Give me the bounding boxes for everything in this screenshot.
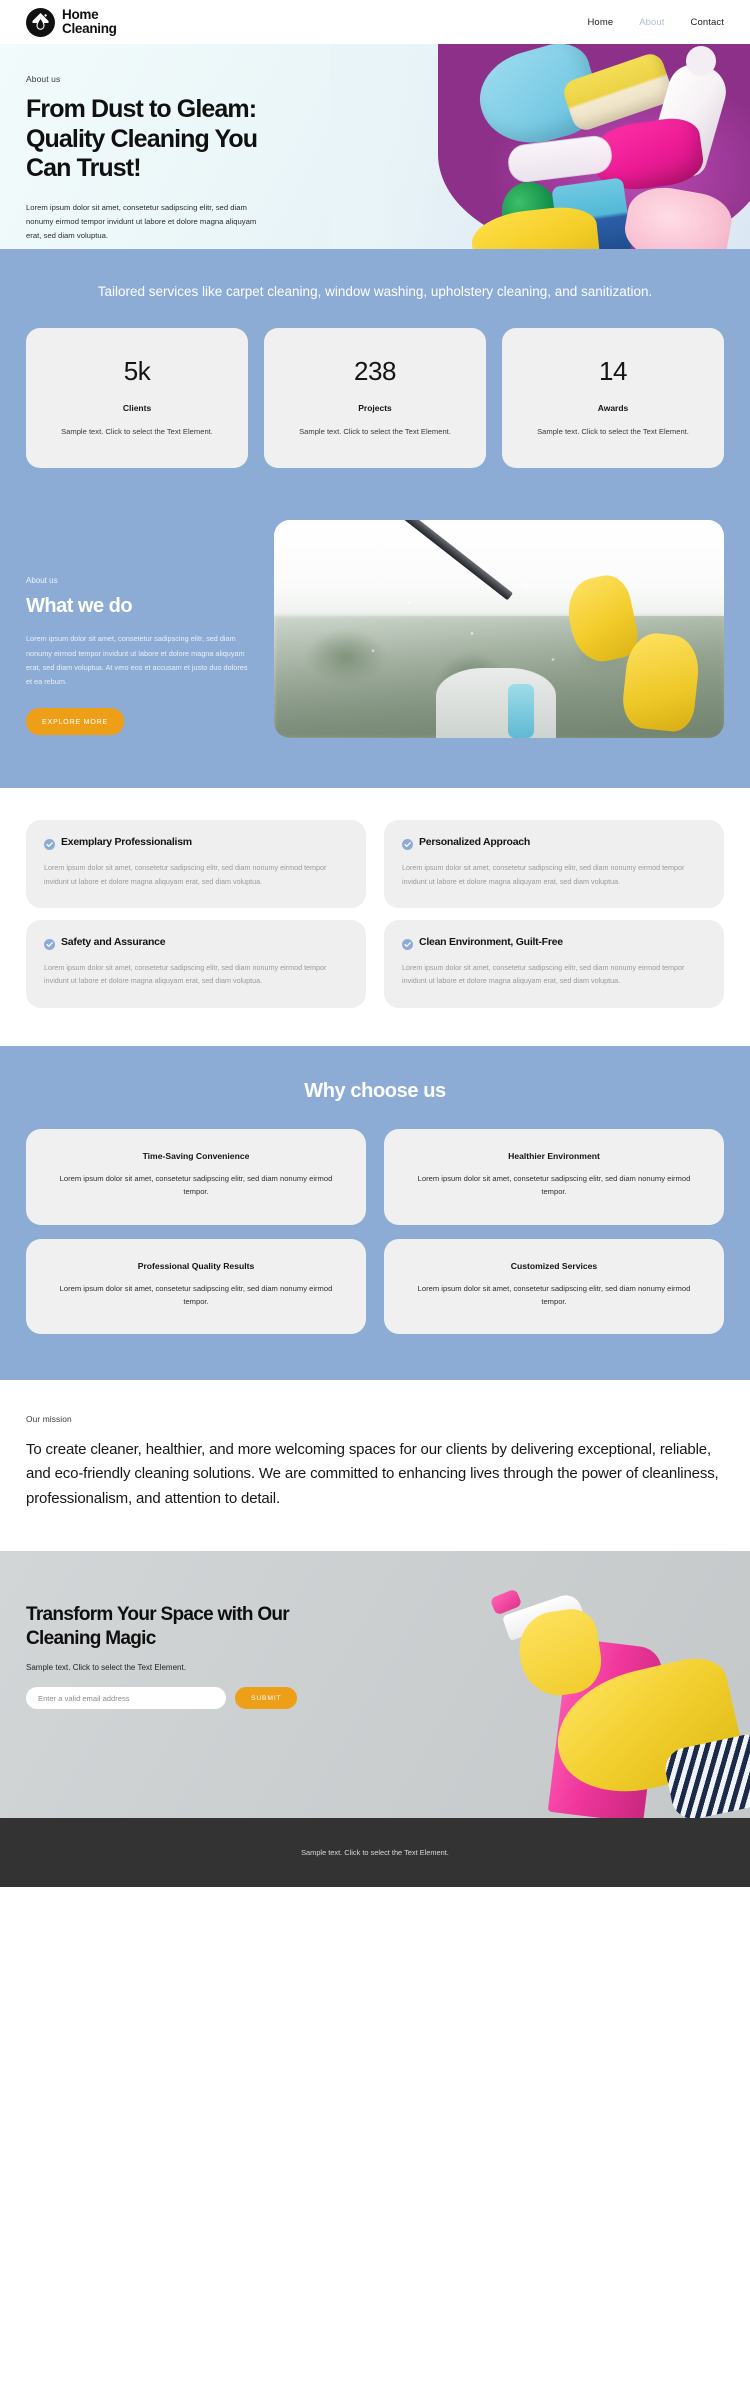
stat-value: 238: [354, 355, 396, 386]
logo-line-2: Cleaning: [62, 21, 117, 36]
feature-body: Lorem ipsum dolor sit amet, consetetur s…: [44, 862, 327, 886]
why-card-title: Healthier Environment: [508, 1151, 600, 1161]
stat-label: Clients: [122, 402, 152, 413]
email-input[interactable]: [26, 1687, 226, 1710]
hero-section: About us From Dust to Gleam: Quality Cle…: [0, 44, 750, 249]
what-we-do-eyebrow: About us: [26, 576, 58, 586]
stat-card[interactable]: 14 Awards Sample text. Click to select t…: [502, 327, 724, 469]
feature-header: Clean Environment, Guilt-Free: [402, 936, 706, 951]
feature-header: Personalized Approach: [402, 836, 706, 851]
site-footer: Sample text. Click to select the Text El…: [0, 1818, 750, 1888]
hero-paragraph: Lorem ipsum dolor sit amet, consetetur s…: [26, 202, 257, 241]
stat-value: 5k: [123, 355, 151, 386]
why-heading: Why choose us: [304, 1080, 446, 1102]
what-we-do-paragraph: Lorem ipsum dolor sit amet, consetetur s…: [26, 634, 248, 687]
feature-card[interactable]: Clean Environment, Guilt-Free Lorem ipsu…: [384, 920, 724, 1008]
explore-more-button[interactable]: EXPLORE MORE: [26, 708, 124, 736]
feature-body: Lorem ipsum dolor sit amet, consetetur s…: [402, 962, 685, 986]
nav-item-about[interactable]: About: [639, 17, 664, 28]
nav-item-home[interactable]: Home: [587, 17, 613, 28]
why-card-body: Lorem ipsum dolor sit amet, consetetur s…: [59, 1174, 333, 1197]
stat-card[interactable]: 5k Clients Sample text. Click to select …: [26, 327, 248, 469]
stat-label: Awards: [597, 402, 629, 413]
feature-header: Exemplary Professionalism: [44, 836, 348, 851]
feature-body: Lorem ipsum dolor sit amet, consetetur s…: [44, 962, 327, 986]
cta-subtext: Sample text. Click to select the Text El…: [26, 1663, 186, 1673]
why-card-title: Professional Quality Results: [137, 1260, 255, 1271]
hero-image: [330, 44, 750, 249]
why-cards-grid: Time-Saving Convenience Lorem ipsum dolo…: [26, 1129, 724, 1335]
logo-text: Home Cleaning: [62, 8, 117, 36]
check-circle-icon: [44, 837, 55, 851]
newsletter-form: SUBMIT: [26, 1687, 330, 1710]
check-circle-icon: [402, 937, 413, 951]
why-card[interactable]: Time-Saving Convenience Lorem ipsum dolo…: [26, 1129, 366, 1225]
image-fade-overlay: [330, 44, 750, 249]
logo-line-1: Home: [62, 7, 99, 23]
stat-description: Sample text. Click to select the Text El…: [61, 426, 213, 436]
stat-description: Sample text. Click to select the Text El…: [537, 426, 689, 436]
feature-title: Clean Environment, Guilt-Free: [419, 936, 563, 949]
what-we-do-heading: What we do: [26, 595, 133, 618]
hero-content: About us From Dust to Gleam: Quality Cle…: [0, 44, 300, 243]
check-circle-icon: [402, 837, 413, 851]
cta-content: Transform Your Space with Our Cleaning M…: [0, 1551, 330, 1710]
hero-eyebrow: About us: [26, 74, 61, 84]
site-header: Home Cleaning Home About Contact: [0, 0, 750, 44]
cta-heading: Transform Your Space with Our Cleaning M…: [26, 1604, 290, 1649]
why-card[interactable]: Professional Quality Results Lorem ipsum…: [26, 1238, 366, 1335]
what-we-do-section: About us What we do Lorem ipsum dolor si…: [0, 508, 750, 788]
water-drop-house-icon: [26, 7, 55, 37]
why-card-body: Lorem ipsum dolor sit amet, consetetur s…: [59, 1283, 333, 1306]
feature-card[interactable]: Exemplary Professionalism Lorem ipsum do…: [26, 820, 366, 909]
stat-card[interactable]: 238 Projects Sample text. Click to selec…: [264, 327, 486, 469]
page-root: Home Cleaning Home About Contact About u…: [0, 0, 750, 1888]
submit-button[interactable]: SUBMIT: [235, 1687, 298, 1710]
cta-section: Transform Your Space with Our Cleaning M…: [0, 1551, 750, 1819]
hero-heading: From Dust to Gleam: Quality Cleaning You…: [26, 95, 258, 182]
water-droplets-shape: [274, 520, 724, 739]
what-we-do-image: [274, 520, 724, 739]
logo[interactable]: Home Cleaning: [26, 7, 117, 37]
features-section: Exemplary Professionalism Lorem ipsum do…: [0, 788, 750, 1046]
check-circle-icon: [44, 937, 55, 951]
feature-header: Safety and Assurance: [44, 936, 348, 951]
why-card-body: Lorem ipsum dolor sit amet, consetetur s…: [417, 1174, 691, 1197]
feature-title: Exemplary Professionalism: [61, 836, 192, 849]
feature-card[interactable]: Safety and Assurance Lorem ipsum dolor s…: [26, 920, 366, 1008]
feature-title: Personalized Approach: [419, 836, 531, 849]
mission-eyebrow: Our mission: [26, 1414, 72, 1425]
mission-text: To create cleaner, healthier, and more w…: [26, 1441, 719, 1507]
footer-text: Sample text. Click to select the Text El…: [301, 1848, 449, 1858]
tagline-stats-section: Tailored services like carpet cleaning, …: [0, 249, 750, 789]
feature-card[interactable]: Personalized Approach Lorem ipsum dolor …: [384, 820, 724, 909]
feature-body: Lorem ipsum dolor sit amet, consetetur s…: [402, 862, 685, 886]
why-card-title: Customized Services: [510, 1260, 598, 1271]
nav-item-contact[interactable]: Contact: [691, 17, 724, 28]
main-nav: Home About Contact: [587, 17, 724, 28]
stat-value: 14: [599, 355, 627, 386]
stat-label: Projects: [358, 402, 392, 413]
what-we-do-content: About us What we do Lorem ipsum dolor si…: [26, 520, 248, 736]
why-card[interactable]: Healthier Environment Lorem ipsum dolor …: [384, 1129, 724, 1225]
why-choose-us-section: Why choose us Time-Saving Convenience Lo…: [0, 1046, 750, 1381]
why-card[interactable]: Customized Services Lorem ipsum dolor si…: [384, 1238, 724, 1335]
why-card-body: Lorem ipsum dolor sit amet, consetetur s…: [417, 1283, 691, 1306]
stats-row: 5k Clients Sample text. Click to select …: [0, 327, 750, 509]
mission-section: Our mission To create cleaner, healthier…: [0, 1380, 750, 1552]
stat-description: Sample text. Click to select the Text El…: [299, 426, 451, 436]
tagline-text: Tailored services like carpet cleaning, …: [97, 284, 653, 299]
feature-title: Safety and Assurance: [61, 936, 166, 949]
why-card-title: Time-Saving Convenience: [142, 1151, 250, 1161]
